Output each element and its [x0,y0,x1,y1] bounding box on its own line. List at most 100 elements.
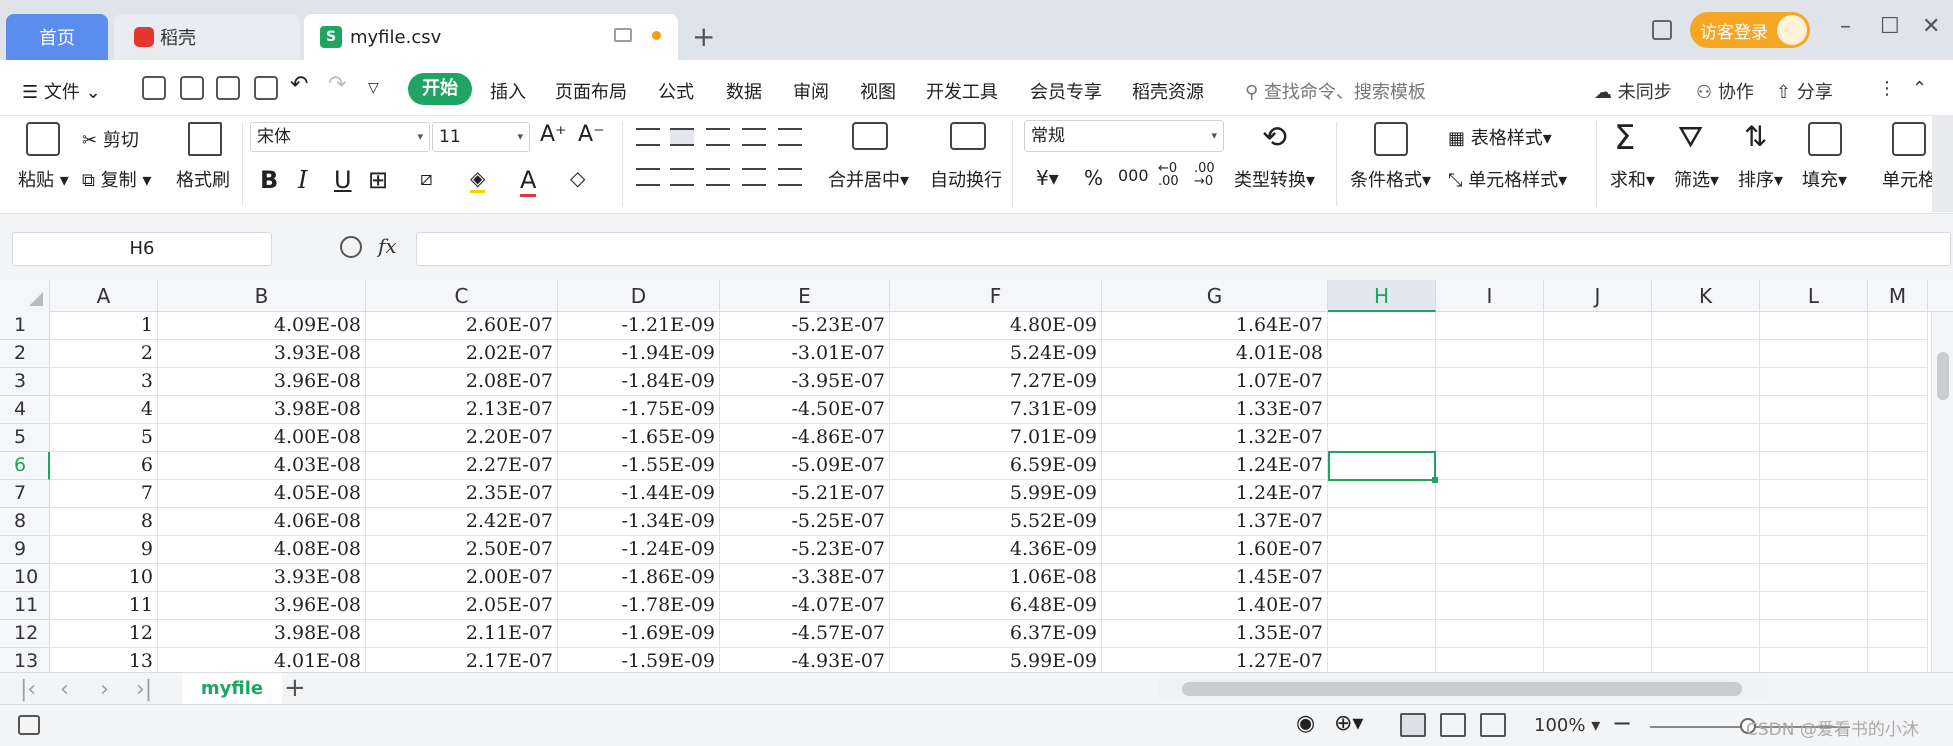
cell-j13[interactable] [1544,648,1652,672]
cell-c10[interactable]: 2.00E-07 [366,564,558,592]
collaborate-button[interactable]: ⚇ 协作 [1696,78,1754,104]
cell-d13[interactable]: -1.59E-09 [558,648,720,672]
cell-l12[interactable] [1760,620,1868,648]
align-center-icon[interactable] [670,168,694,186]
horizontal-scrollbar[interactable] [1158,679,1768,699]
column-header-c[interactable]: C [366,280,558,312]
cell-i11[interactable] [1436,592,1544,620]
cell-h7[interactable] [1328,480,1436,508]
cell-i8[interactable] [1436,508,1544,536]
cell-m7[interactable] [1868,480,1928,508]
cell-a13[interactable]: 13 [50,648,158,672]
cell-a2[interactable]: 2 [50,340,158,368]
cell-a12[interactable]: 12 [50,620,158,648]
cell-h4[interactable] [1328,396,1436,424]
cell-i9[interactable] [1436,536,1544,564]
reading-mode-icon[interactable]: ⊕▾ [1334,711,1363,736]
cell-f10[interactable]: 1.06E-08 [890,564,1102,592]
cell-j1[interactable] [1544,312,1652,340]
cell-l11[interactable] [1760,592,1868,620]
horizontal-scroll-thumb[interactable] [1182,682,1742,696]
cell-e10[interactable]: -3.38E-07 [720,564,890,592]
sheet-tab-myfile[interactable]: myfile [182,673,282,705]
cell-f4[interactable]: 7.31E-09 [890,396,1102,424]
normal-view-icon[interactable] [1400,713,1426,737]
cell-b4[interactable]: 3.98E-08 [158,396,366,424]
ribbon-scroll-right-icon[interactable] [1932,116,1953,212]
increase-decimal-icon[interactable]: ←0.00 [1158,162,1179,188]
cell-g12[interactable]: 1.35E-07 [1102,620,1328,648]
cell-a8[interactable]: 8 [50,508,158,536]
cell-e11[interactable]: -4.07E-07 [720,592,890,620]
cell-l5[interactable] [1760,424,1868,452]
cell-h9[interactable] [1328,536,1436,564]
next-sheet-icon[interactable]: › [100,677,109,702]
cell-g11[interactable]: 1.40E-07 [1102,592,1328,620]
page-break-view-icon[interactable] [1480,713,1506,737]
cell-c5[interactable]: 2.20E-07 [366,424,558,452]
new-tab-button[interactable]: + [692,20,715,53]
menu-start[interactable]: 开始 [408,73,472,105]
font-color-icon[interactable]: A [520,166,537,197]
menu-page-layout[interactable]: 页面布局 [555,78,627,104]
cell-b13[interactable]: 4.01E-08 [158,648,366,672]
row-header[interactable]: 3 [0,368,50,396]
decrease-font-icon[interactable]: A⁻ [578,122,605,147]
tab-home[interactable]: 首页 [6,14,108,60]
cell-d7[interactable]: -1.44E-09 [558,480,720,508]
row-header[interactable]: 7 [0,480,50,508]
cell-k7[interactable] [1652,480,1760,508]
quick-access-more-icon[interactable]: ▽ [368,80,379,96]
cell-j2[interactable] [1544,340,1652,368]
font-size-select[interactable]: 11 ▾ [432,122,530,152]
file-menu[interactable]: ☰ 文件 ⌄ [22,78,101,104]
cell-e4[interactable]: -4.50E-07 [720,396,890,424]
active-cell-cursor[interactable] [1328,451,1438,483]
cell-j8[interactable] [1544,508,1652,536]
cell-a4[interactable]: 4 [50,396,158,424]
cell-i3[interactable] [1436,368,1544,396]
cell-l4[interactable] [1760,396,1868,424]
cell-g7[interactable]: 1.24E-07 [1102,480,1328,508]
cell-c4[interactable]: 2.13E-07 [366,396,558,424]
menu-view[interactable]: 视图 [860,78,896,104]
fill-color-icon[interactable]: ◈ [470,166,486,193]
cell-m2[interactable] [1868,340,1928,368]
cell-i13[interactable] [1436,648,1544,672]
cell-l2[interactable] [1760,340,1868,368]
column-header-m[interactable]: M [1868,280,1928,312]
paste-button[interactable]: 粘贴 ▾ [18,166,69,192]
row-header[interactable]: 4 [0,396,50,424]
cell-e6[interactable]: -5.09E-07 [720,452,890,480]
cell-b5[interactable]: 4.00E-08 [158,424,366,452]
cell-e1[interactable]: -5.23E-07 [720,312,890,340]
cell-d1[interactable]: -1.21E-09 [558,312,720,340]
bold-button[interactable]: B [260,166,278,194]
column-header-k[interactable]: K [1652,280,1760,312]
cell-d10[interactable]: -1.86E-09 [558,564,720,592]
font-family-select[interactable]: 宋体 ▾ [250,122,430,152]
prev-sheet-icon[interactable]: ‹ [60,677,69,702]
menu-daoke-resources[interactable]: 稻壳资源 [1132,78,1204,104]
last-sheet-icon[interactable]: ›| [136,677,152,702]
conditional-format-button[interactable]: 条件格式▾ [1350,166,1431,192]
collapse-ribbon-icon[interactable]: ⌃ [1912,78,1927,99]
cell-f7[interactable]: 5.99E-09 [890,480,1102,508]
row-header[interactable]: 1 [0,312,50,340]
currency-button[interactable]: ¥▾ [1036,166,1059,190]
cell-c8[interactable]: 2.42E-07 [366,508,558,536]
percent-button[interactable]: % [1084,166,1103,190]
cell-k9[interactable] [1652,536,1760,564]
cell-g10[interactable]: 1.45E-07 [1102,564,1328,592]
cell-b10[interactable]: 3.93E-08 [158,564,366,592]
cell-f12[interactable]: 6.37E-09 [890,620,1102,648]
cell-k4[interactable] [1652,396,1760,424]
cell-l3[interactable] [1760,368,1868,396]
filter-icon[interactable]: ⛛ [1678,120,1703,155]
cell-d8[interactable]: -1.34E-09 [558,508,720,536]
type-convert-button[interactable]: 类型转换▾ [1234,166,1315,192]
cell-j12[interactable] [1544,620,1652,648]
cell-icon[interactable] [1892,122,1926,156]
cell-h3[interactable] [1328,368,1436,396]
filter-button[interactable]: 筛选▾ [1674,166,1719,192]
